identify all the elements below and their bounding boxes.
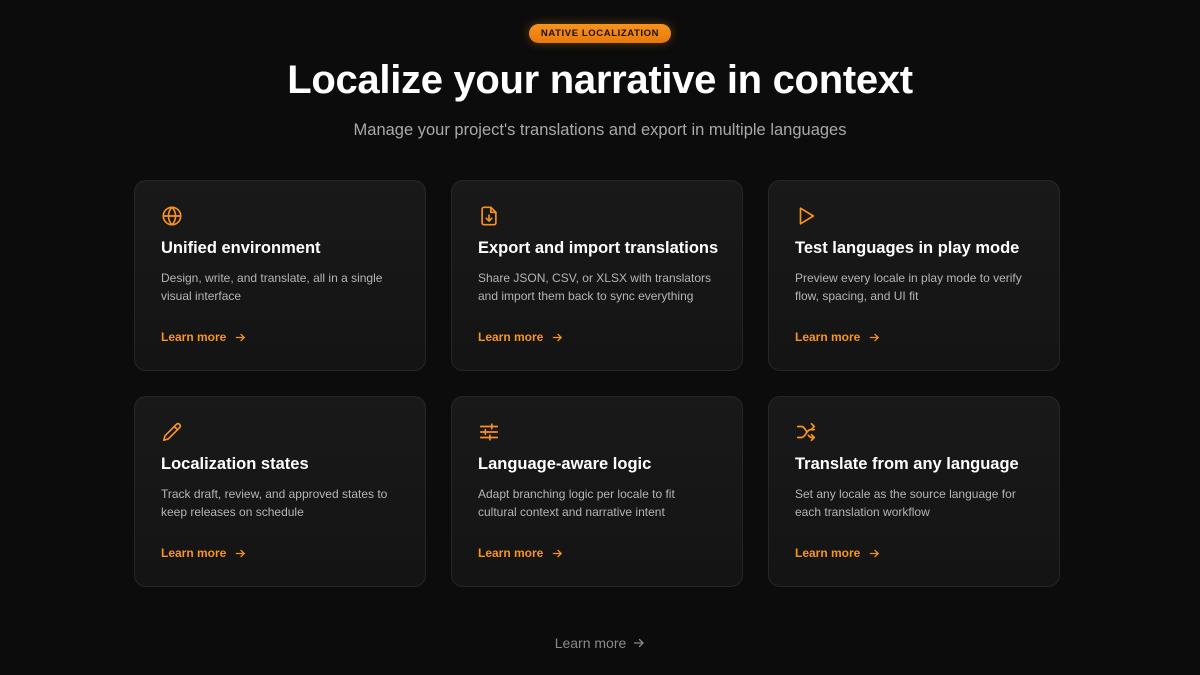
learn-more-link[interactable]: Learn more <box>161 546 246 560</box>
shuffle-icon <box>795 421 817 443</box>
learn-more-label: Learn more <box>795 546 861 560</box>
arrow-right-icon <box>633 637 645 649</box>
badge-container: NATIVE LOCALIZATION <box>0 23 1200 43</box>
feature-card-play-mode: Test languages in play mode Preview ever… <box>768 180 1060 371</box>
arrow-right-icon <box>552 548 563 559</box>
learn-more-link[interactable]: Learn more <box>795 330 880 344</box>
card-title: Export and import translations <box>478 239 719 257</box>
card-title: Language-aware logic <box>478 455 652 473</box>
pencil-icon <box>161 421 183 443</box>
footer-learn-more-label: Learn more <box>554 635 627 651</box>
card-title: Localization states <box>161 455 309 473</box>
learn-more-link[interactable]: Learn more <box>161 330 246 344</box>
arrow-right-icon <box>869 332 880 343</box>
feature-card-unified-environment: Unified environment Design, write, and t… <box>134 180 426 371</box>
card-title: Translate from any language <box>795 455 1019 473</box>
sliders-icon <box>478 421 500 443</box>
file-download-icon <box>478 205 500 227</box>
feature-grid: Unified environment Design, write, and t… <box>134 180 1062 587</box>
footer-link-container: Learn more <box>0 635 1200 653</box>
learn-more-link[interactable]: Learn more <box>795 546 880 560</box>
globe-icon <box>161 205 183 227</box>
feature-card-translate-any-language: Translate from any language Set any loca… <box>768 396 1060 587</box>
card-description: Set any locale as the source language fo… <box>795 487 1016 519</box>
play-icon <box>795 205 817 227</box>
learn-more-label: Learn more <box>478 330 544 344</box>
card-description: Preview every locale in play mode to ver… <box>795 271 1022 303</box>
arrow-right-icon <box>869 548 880 559</box>
page: NATIVE LOCALIZATION Localize your narrat… <box>0 0 1200 675</box>
page-title: Localize your narrative in context <box>287 58 913 102</box>
page-subtitle: Manage your project's translations and e… <box>353 121 847 139</box>
card-description: Track draft, review, and approved states… <box>161 487 388 519</box>
card-description: Design, write, and translate, all in a s… <box>161 271 383 303</box>
arrow-right-icon <box>552 332 563 343</box>
learn-more-link[interactable]: Learn more <box>478 546 563 560</box>
arrow-right-icon <box>235 332 246 343</box>
learn-more-label: Learn more <box>478 546 544 560</box>
card-title: Unified environment <box>161 239 321 257</box>
section-badge: NATIVE LOCALIZATION <box>528 24 672 43</box>
feature-card-export-import: Export and import translations Share JSO… <box>451 180 743 371</box>
learn-more-label: Learn more <box>795 330 861 344</box>
card-title: Test languages in play mode <box>795 239 1020 257</box>
card-description: Adapt branching logic per locale to fit … <box>478 487 675 519</box>
learn-more-link[interactable]: Learn more <box>478 330 563 344</box>
arrow-right-icon <box>235 548 246 559</box>
card-description: Share JSON, CSV, or XLSX with translator… <box>478 271 711 303</box>
feature-card-localization-states: Localization states Track draft, review,… <box>134 396 426 587</box>
footer-learn-more-link[interactable]: Learn more <box>555 635 646 651</box>
learn-more-label: Learn more <box>161 330 227 344</box>
learn-more-label: Learn more <box>161 546 227 560</box>
feature-card-language-aware-logic: Language-aware logic Adapt branching log… <box>451 396 743 587</box>
